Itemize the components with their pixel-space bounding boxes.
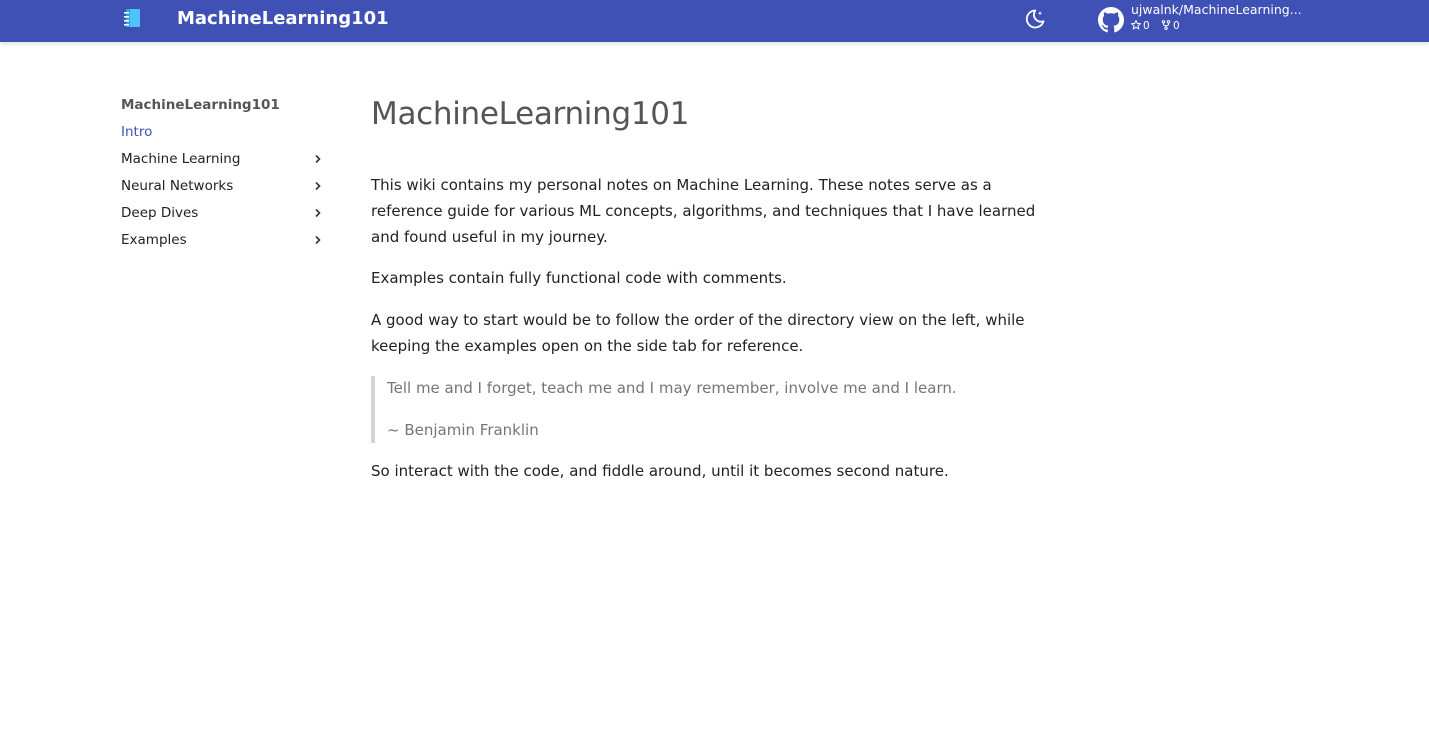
chevron-right-icon [315, 235, 321, 245]
repo-link[interactable]: ujwalnk/MachineLearning... 0 0 [1098, 2, 1318, 38]
star-icon [1130, 19, 1142, 30]
fork-icon [1161, 20, 1171, 31]
repo-facts: 0 0 [1130, 19, 1188, 32]
repo-stars: 0 [1130, 19, 1153, 32]
notebook-icon[interactable] [122, 8, 142, 28]
star-count: 0 [1143, 20, 1150, 32]
quote-author: ~ Benjamin Franklin [387, 420, 539, 439]
intro-paragraph: This wiki contains my personal notes on … [371, 176, 1036, 246]
sidebar-item-machine-learning[interactable]: Machine Learning [121, 148, 331, 170]
examples-paragraph: Examples contain fully functional code w… [371, 269, 787, 288]
sidebar-item-label: Intro [121, 124, 153, 140]
fork-count: 0 [1173, 20, 1180, 32]
repo-name: ujwalnk/MachineLearning... [1131, 2, 1302, 17]
moon-icon[interactable] [1023, 7, 1047, 31]
chevron-right-icon [315, 181, 321, 191]
main-content: MachineLearning101 This wiki contains my… [371, 92, 1071, 501]
sidebar-item-label: Machine Learning [121, 151, 241, 167]
chevron-right-icon [315, 154, 321, 164]
sidebar-item-intro[interactable]: Intro [121, 121, 331, 143]
sidebar-item-label: Examples [121, 232, 187, 248]
sidebar-item-deep-dives[interactable]: Deep Dives [121, 202, 331, 224]
sidebar-item-label: Neural Networks [121, 178, 234, 194]
start-paragraph: A good way to start would be to follow t… [371, 311, 1025, 355]
site-title[interactable]: MachineLearning101 [177, 8, 389, 29]
quote-text: Tell me and I forget, teach me and I may… [387, 378, 957, 397]
quote-block: Tell me and I forget, teach me and I may… [371, 375, 1071, 444]
chevron-right-icon [315, 208, 321, 218]
sidebar-item-examples[interactable]: Examples [121, 229, 331, 251]
sidebar-item-neural-networks[interactable]: Neural Networks [121, 175, 331, 197]
top-header: MachineLearning101 ujwalnk/MachineLearni… [0, 0, 1429, 42]
page-title: MachineLearning101 [371, 96, 690, 132]
repo-forks: 0 [1161, 20, 1180, 32]
sidebar-item-label: Deep Dives [121, 205, 199, 221]
sidebar-nav: MachineLearning101 Intro Machine Learnin… [121, 94, 331, 256]
closing-paragraph: So interact with the code, and fiddle ar… [371, 462, 949, 481]
github-icon [1098, 7, 1124, 33]
sidebar-title: MachineLearning101 [121, 97, 280, 113]
